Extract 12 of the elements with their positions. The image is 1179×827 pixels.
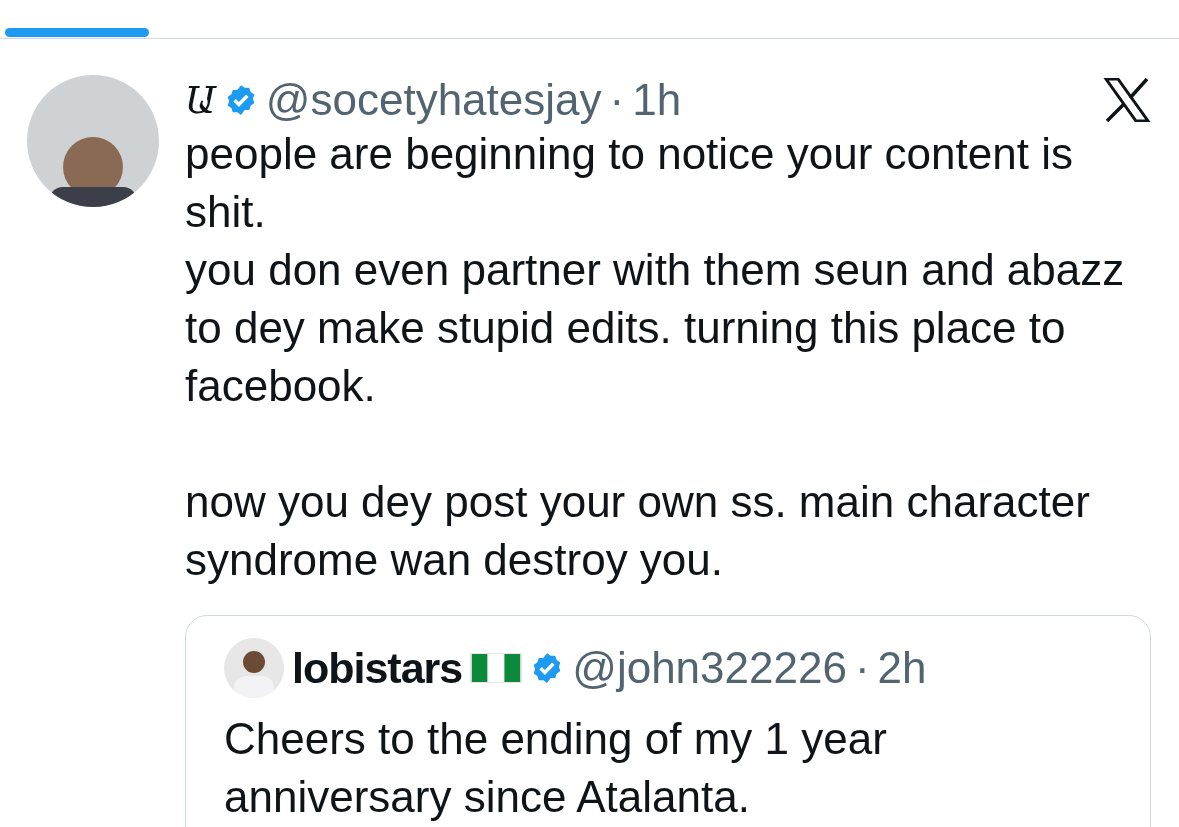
display-name[interactable]: lobistars	[292, 643, 463, 693]
user-handle[interactable]: @john322226	[572, 643, 847, 693]
user-handle[interactable]: @socetyhatesjay	[265, 75, 602, 125]
timestamp[interactable]: 2h	[877, 643, 927, 693]
display-name[interactable]: Ա	[185, 75, 216, 125]
tweet-text: people are beginning to notice your content is shit. you don even partner with them seun and abazz to dey make stupid edits. turning this place to facebook. now you dey post your own ss. main character syndrome wan destroy you.	[185, 128, 1126, 586]
quoted-tweet-card[interactable]: lobistars @john322226 · 2h Cheers to the ending of my 1 year anniversary since Atalanta.	[185, 615, 1151, 827]
x-logo-icon	[1103, 78, 1151, 122]
timestamp[interactable]: 1h	[632, 75, 682, 125]
time-separator: ·	[609, 75, 625, 125]
time-separator: ·	[854, 643, 870, 693]
tweet-text: Cheers to the ending of my 1 year anniversary since Atalanta.	[224, 713, 888, 823]
